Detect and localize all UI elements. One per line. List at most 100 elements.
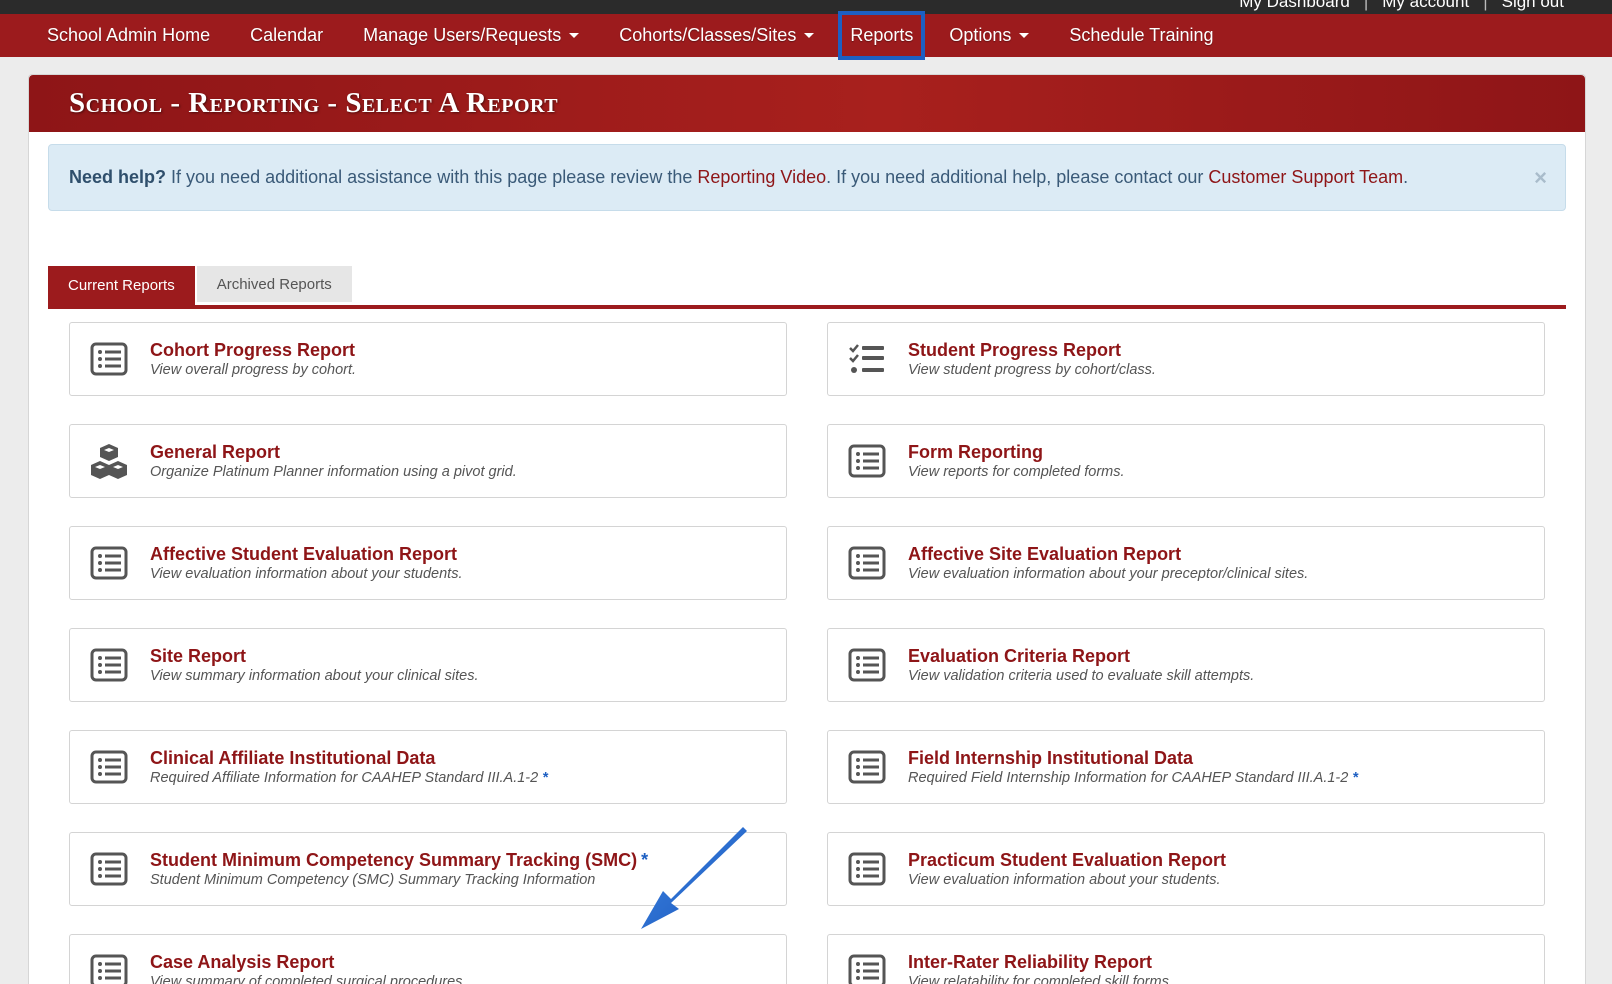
- report-description: View validation criteria used to evaluat…: [908, 667, 1254, 685]
- report-text: Field Internship Institutional Data Requi…: [908, 747, 1358, 787]
- cubes-icon: [90, 442, 128, 480]
- report-text: Student Progress Report View student prog…: [908, 339, 1156, 379]
- report-title[interactable]: General Report: [150, 441, 517, 463]
- page-title: School - Reporting - Select A Report: [69, 87, 559, 119]
- report-description-text: View evaluation information about your s…: [150, 566, 463, 582]
- sign-out-link[interactable]: Sign out: [1502, 0, 1564, 12]
- nav-schedule-training[interactable]: Schedule Training: [1069, 14, 1213, 57]
- report-description: View summary of completed surgical proce…: [150, 973, 466, 984]
- report-text: Site Report View summary information abou…: [150, 645, 479, 685]
- report-description-text: View reports for completed forms.: [908, 464, 1125, 480]
- report-text: Affective Student Evaluation Report View …: [150, 543, 462, 583]
- list-icon: [848, 646, 886, 684]
- report-description-text: View overall progress by cohort.: [150, 362, 357, 378]
- nav-reports[interactable]: Reports: [838, 11, 926, 60]
- report-card[interactable]: Practicum Student Evaluation Report View …: [827, 832, 1545, 906]
- report-description: View overall progress by cohort.: [150, 361, 356, 379]
- list-icon: [90, 748, 128, 786]
- report-title[interactable]: Field Internship Institutional Data: [908, 747, 1358, 769]
- report-card[interactable]: Inter-Rater Reliability Report View relat…: [827, 934, 1545, 984]
- report-card[interactable]: Site Report View summary information abou…: [69, 628, 787, 702]
- my-account-link[interactable]: My account: [1382, 0, 1469, 12]
- report-text: Evaluation Criteria Report View validatio…: [908, 645, 1254, 685]
- report-title[interactable]: Student Minimum Competency Summary Track…: [150, 849, 648, 871]
- report-description-text: View student progress by cohort/class.: [908, 362, 1156, 378]
- tab-archived-reports[interactable]: Archived Reports: [196, 266, 352, 302]
- report-description: Organize Platinum Planner information us…: [150, 463, 517, 481]
- report-description: Student Minimum Competency (SMC) Summary…: [150, 871, 648, 889]
- report-description: Required Affiliate Information for CAAHE…: [150, 769, 548, 787]
- nav-label: Schedule Training: [1069, 25, 1214, 45]
- nav-options[interactable]: Options: [949, 14, 1030, 57]
- nav-calendar[interactable]: Calendar: [250, 14, 323, 57]
- report-title-text: Affective Student Evaluation Report: [150, 544, 458, 564]
- report-description-text: Organize Platinum Planner information us…: [150, 464, 517, 480]
- report-title[interactable]: Evaluation Criteria Report: [908, 645, 1254, 667]
- report-description-text: View evaluation information about your s…: [908, 872, 1221, 888]
- report-title[interactable]: Case Analysis Report: [150, 951, 466, 973]
- report-title-text: General Report: [150, 442, 281, 462]
- report-text: Student Minimum Competency Summary Track…: [150, 849, 648, 889]
- annotation-arrow-icon: [641, 827, 747, 929]
- separator: |: [1363, 0, 1369, 11]
- customer-support-link[interactable]: Customer Support Team: [1208, 167, 1403, 187]
- report-title-text: Clinical Affiliate Institutional Data: [150, 748, 436, 768]
- report-text: Clinical Affiliate Institutional Data Req…: [150, 747, 548, 787]
- nav-manage-users-requests[interactable]: Manage Users/Requests: [363, 14, 580, 57]
- list-icon: [848, 748, 886, 786]
- report-card[interactable]: Affective Student Evaluation Report View …: [69, 526, 787, 600]
- report-card[interactable]: General Report Organize Platinum Planner …: [69, 424, 787, 498]
- report-text: General Report Organize Platinum Planner …: [150, 441, 517, 481]
- report-title[interactable]: Form Reporting: [908, 441, 1125, 463]
- report-text: Practicum Student Evaluation Report View …: [908, 849, 1226, 889]
- report-card[interactable]: Clinical Affiliate Institutional Data Req…: [69, 730, 787, 804]
- report-text: Inter-Rater Reliability Report View relat…: [908, 951, 1173, 984]
- alert-text-1: If you need additional assistance with t…: [171, 167, 693, 187]
- report-description: View evaluation information about your s…: [150, 565, 462, 583]
- report-title-text: Field Internship Institutional Data: [908, 748, 1194, 768]
- close-icon[interactable]: ×: [1534, 165, 1547, 191]
- report-card[interactable]: Student Progress Report View student prog…: [827, 322, 1545, 396]
- panel-header: School - Reporting - Select A Report: [29, 75, 1585, 132]
- report-description-text: View validation criteria used to evaluat…: [908, 668, 1255, 684]
- account-links: My Dashboard | My account | Sign out: [1239, 0, 1564, 12]
- my-dashboard-link[interactable]: My Dashboard: [1239, 0, 1350, 12]
- report-card[interactable]: Field Internship Institutional Data Requi…: [827, 730, 1545, 804]
- tab-current-reports[interactable]: Current Reports: [48, 266, 195, 305]
- report-title[interactable]: Site Report: [150, 645, 479, 667]
- report-card[interactable]: Evaluation Criteria Report View validatio…: [827, 628, 1545, 702]
- alert-text: If you need additional assistance with t…: [171, 167, 1408, 188]
- report-description-text: View evaluation information about your p…: [908, 566, 1309, 582]
- nav-label: Manage Users/Requests: [363, 25, 562, 45]
- required-star: *: [1352, 770, 1358, 786]
- report-panel: School - Reporting - Select A Report Nee…: [28, 74, 1586, 984]
- report-description-text: View relatability for completed skill fo…: [908, 974, 1173, 984]
- report-title-text: Affective Site Evaluation Report: [908, 544, 1182, 564]
- report-description-text: View summary of completed surgical proce…: [150, 974, 467, 984]
- report-card[interactable]: Cohort Progress Report View overall progr…: [69, 322, 787, 396]
- report-title[interactable]: Practicum Student Evaluation Report: [908, 849, 1226, 871]
- help-alert: Need help? If you need additional assist…: [48, 144, 1566, 211]
- report-title[interactable]: Cohort Progress Report: [150, 339, 356, 361]
- nav-label: Cohorts/Classes/Sites: [619, 25, 797, 45]
- report-title[interactable]: Affective Site Evaluation Report: [908, 543, 1308, 565]
- report-card[interactable]: Affective Site Evaluation Report View eva…: [827, 526, 1545, 600]
- checklist-icon: [848, 340, 886, 378]
- nav-cohorts-classes-sites[interactable]: Cohorts/Classes/Sites: [619, 14, 815, 57]
- report-description-text: Required Field Internship Information fo…: [908, 770, 1349, 786]
- nav-label: Options: [949, 25, 1012, 45]
- report-title[interactable]: Affective Student Evaluation Report: [150, 543, 462, 565]
- report-description: View evaluation information about your s…: [908, 871, 1226, 889]
- report-title[interactable]: Student Progress Report: [908, 339, 1156, 361]
- report-title-text: Site Report: [150, 646, 247, 666]
- report-description: View relatability for completed skill fo…: [908, 973, 1173, 984]
- report-tabs: Current Reports Archived Reports: [48, 266, 1566, 309]
- report-card[interactable]: Form Reporting View reports for completed…: [827, 424, 1545, 498]
- report-title-text: Case Analysis Report: [150, 952, 335, 972]
- nav-school-admin-home[interactable]: School Admin Home: [47, 14, 210, 57]
- reporting-video-link[interactable]: Reporting Video: [697, 167, 826, 187]
- report-title[interactable]: Clinical Affiliate Institutional Data: [150, 747, 548, 769]
- list-icon: [848, 850, 886, 888]
- report-card[interactable]: Case Analysis Report View summary of comp…: [69, 934, 787, 984]
- report-title[interactable]: Inter-Rater Reliability Report: [908, 951, 1173, 973]
